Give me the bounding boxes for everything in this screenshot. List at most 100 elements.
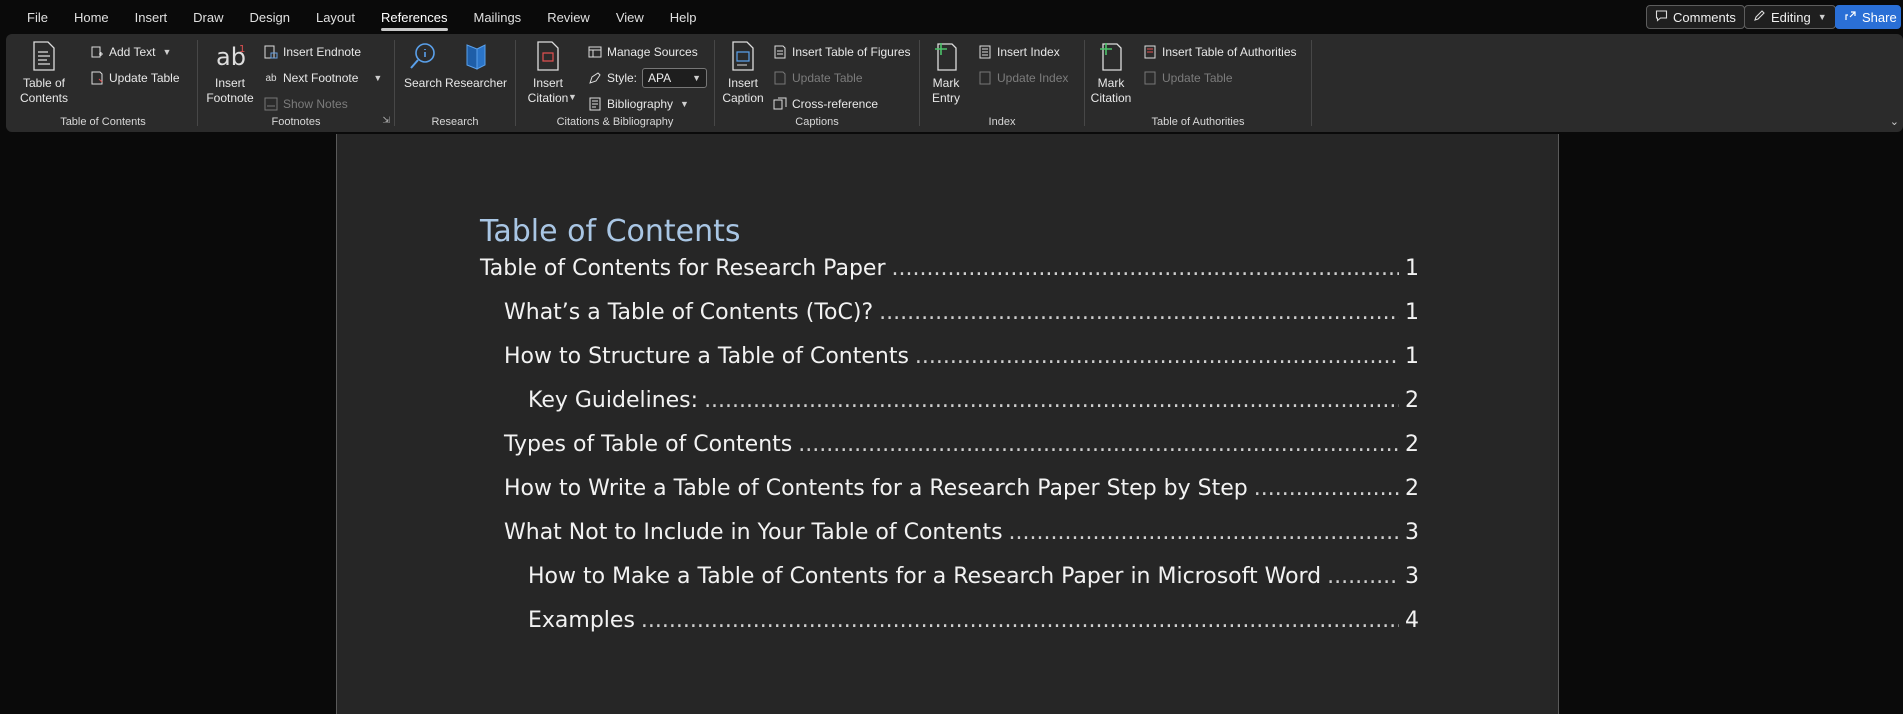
toc-entry[interactable]: How to Make a Table of Contents for a Re… [528,564,1419,594]
search-button[interactable]: Search [401,38,445,91]
chevron-down-icon: ▼ [162,47,172,57]
ribbon-separator [1084,40,1085,126]
toc-entry[interactable]: How to Write a Table of Contents for a R… [504,476,1419,506]
toc-page-number: 2 [1405,432,1419,457]
toc-leader-dots [798,432,1399,457]
toc-leader-dots [704,388,1399,413]
insert-caption-button[interactable]: Insert Caption [719,38,767,106]
insert-table-of-figures-button[interactable]: Insert Table of Figures [773,42,911,62]
table-of-figures-icon [773,45,787,59]
next-footnote-button[interactable]: ab Next Footnote ▼ [264,68,382,88]
tab-insert[interactable]: Insert [122,0,181,34]
update-table-authorities-button[interactable]: Update Table [1143,68,1233,88]
group-captions: Insert Caption Insert Table of Figures U… [717,38,917,128]
share-icon [1844,9,1857,25]
manage-sources-button[interactable]: Manage Sources [588,42,698,62]
tab-design[interactable]: Design [237,0,303,34]
researcher-label: Researcher [444,76,508,90]
toc-page-number: 2 [1405,388,1419,413]
toc-leader-dots [915,344,1399,369]
next-footnote-label: Next Footnote [283,71,359,85]
share-label: Share [1862,9,1897,25]
toc-entry[interactable]: Types of Table of Contents 2 [504,432,1419,462]
add-text-icon [90,45,104,59]
footnote-icon: ab 1 [214,38,246,74]
mark-entry-label: Mark Entry [931,76,960,105]
next-footnote-icon: ab [265,72,277,84]
insert-footnote-button[interactable]: ab 1 Insert Footnote [204,38,256,106]
toc-entry[interactable]: Table of Contents for Research Paper 1 [480,256,1419,286]
document-page[interactable]: Table of Contents Table of Contents for … [336,134,1559,714]
show-notes-button[interactable]: Show Notes [264,94,348,114]
group-label-research: Research [431,116,479,128]
group-footnotes: ab 1 Insert Footnote Insert Endnote ab Ne… [200,38,392,128]
style-select[interactable]: APA ▼ [642,68,708,88]
toc-entry[interactable]: How to Structure a Table of Contents 1 [504,344,1419,374]
style-label: Style: [607,71,638,85]
group-label-footnotes: Footnotes [271,116,321,128]
citation-style: Style: APA ▼ [588,68,708,88]
tab-references[interactable]: References [368,0,460,34]
update-index-icon [978,71,992,85]
tab-home[interactable]: Home [61,0,122,34]
toc-entry[interactable]: What’s a Table of Contents (ToC)? 1 [504,300,1419,330]
chevron-down-icon: ▼ [680,99,689,109]
ribbon-collapse-icon[interactable]: ⌄ [1890,115,1899,128]
tab-review[interactable]: Review [534,0,603,34]
comment-icon [1655,9,1668,25]
insert-footnote-label: Insert Footnote [206,76,254,105]
tab-mailings[interactable]: Mailings [461,0,535,34]
update-table-icon [1143,71,1157,85]
bibliography-label: Bibliography [607,97,674,111]
insert-table-of-authorities-button[interactable]: Insert Table of Authorities [1143,42,1297,62]
group-label-toa: Table of Authorities [1151,116,1245,128]
update-table-button[interactable]: Update Table [90,68,180,88]
add-text-button[interactable]: Add Text ▼ [90,42,171,62]
bibliography-button[interactable]: Bibliography ▼ [588,94,689,114]
update-table-figures-label: Update Table [792,71,863,85]
endnote-icon [264,45,278,59]
style-icon [588,71,602,85]
update-table-figures-button[interactable]: Update Table [773,68,863,88]
dialog-launcher-icon[interactable]: ⇲ [382,115,390,126]
group-research: Search Researcher Research [397,38,513,128]
insert-citation-button[interactable]: Insert Citation ▼ [520,38,577,106]
mark-entry-button[interactable]: Mark Entry [926,38,966,106]
table-of-contents-button[interactable]: Table of Contents [14,38,74,106]
tab-help[interactable]: Help [657,0,710,34]
researcher-icon [460,38,492,74]
toc-entry-text: What’s a Table of Contents (ToC)? [504,300,874,325]
share-button[interactable]: Share [1835,5,1901,29]
mark-citation-button[interactable]: Mark Citation [1089,38,1133,106]
add-text-label: Add Text [109,45,156,59]
toc-entry-text: Examples [528,608,635,633]
document-canvas: Table of Contents Table of Contents for … [0,134,1903,714]
chevron-down-icon[interactable]: ▼ [373,73,382,83]
update-index-button[interactable]: Update Index [978,68,1068,88]
insert-caption-label: Insert Caption [722,76,764,105]
toc-page-number: 1 [1405,344,1419,369]
toc-entry[interactable]: Key Guidelines: 2 [528,388,1419,418]
tab-file[interactable]: File [14,0,61,34]
group-label-captions: Captions [795,116,839,128]
insert-caption-icon [727,38,759,74]
group-table-of-authorities: Mark Citation Insert Table of Authoritie… [1087,38,1309,128]
editing-mode-button[interactable]: Editing ▼ [1744,5,1836,29]
toc-entry-text: How to Make a Table of Contents for a Re… [528,564,1322,589]
comments-button[interactable]: Comments [1646,5,1745,29]
researcher-button[interactable]: Researcher [445,38,507,91]
toc-entry[interactable]: Examples 4 [528,608,1419,638]
cross-reference-button[interactable]: Cross-reference [773,94,878,114]
toc-leader-dots [879,300,1399,325]
tab-draw[interactable]: Draw [180,0,236,34]
chevron-down-icon: ▼ [692,73,702,83]
toc-entry[interactable]: What Not to Include in Your Table of Con… [504,520,1419,550]
tab-layout[interactable]: Layout [303,0,368,34]
insert-endnote-button[interactable]: Insert Endnote [264,42,361,62]
toc-entry-text: How to Structure a Table of Contents [504,344,909,369]
insert-index-button[interactable]: Insert Index [978,42,1060,62]
group-label-toc: Table of Contents [60,116,146,128]
ribbon-separator [394,40,395,126]
tab-view[interactable]: View [603,0,657,34]
toc-entry-text: Types of Table of Contents [504,432,793,457]
